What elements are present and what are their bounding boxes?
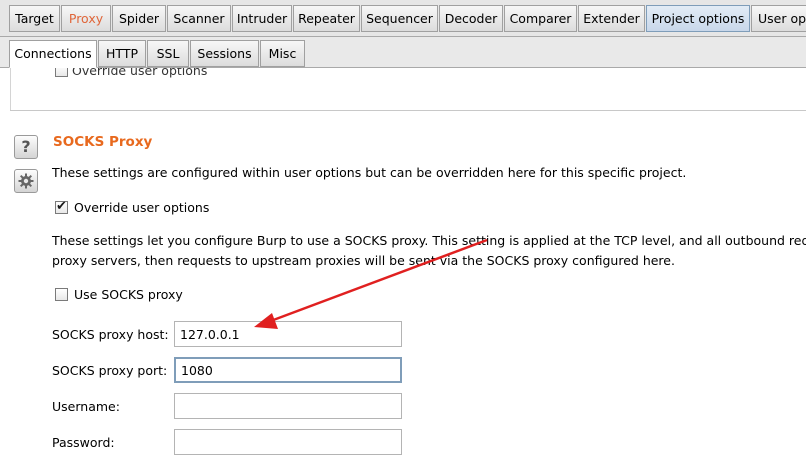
description-line-1: These settings let you configure Burp to… bbox=[52, 233, 806, 248]
tab-proxy[interactable]: Proxy bbox=[61, 5, 111, 32]
main-tab-bar: Target Proxy Spider Scanner Intruder Rep… bbox=[0, 0, 806, 37]
subtab-ssl[interactable]: SSL bbox=[147, 40, 189, 67]
description-line-2: proxy servers, then requests to upstream… bbox=[52, 253, 675, 268]
subtab-misc[interactable]: Misc bbox=[260, 40, 305, 67]
sub-tab-bar: Connections HTTP SSL Sessions Misc bbox=[0, 37, 806, 68]
help-icon[interactable]: ? bbox=[14, 135, 38, 159]
subtab-connections[interactable]: Connections bbox=[9, 40, 97, 68]
use-socks-label: Use SOCKS proxy bbox=[74, 287, 183, 302]
subtab-sessions[interactable]: Sessions bbox=[190, 40, 259, 67]
username-input[interactable] bbox=[174, 393, 402, 419]
tab-spider[interactable]: Spider bbox=[112, 5, 166, 32]
tab-decoder[interactable]: Decoder bbox=[439, 5, 503, 32]
connections-panel: Override user options ? SOCKS Proxy Thes… bbox=[0, 68, 806, 464]
section-title: SOCKS Proxy bbox=[53, 134, 153, 150]
subtab-http[interactable]: HTTP bbox=[98, 40, 146, 67]
section-rule bbox=[10, 68, 11, 110]
port-label: SOCKS proxy port: bbox=[52, 363, 168, 378]
override-checkbox[interactable] bbox=[55, 199, 68, 214]
prev-override-label: Override user options bbox=[72, 68, 208, 78]
tab-target[interactable]: Target bbox=[9, 5, 60, 32]
tab-project-options[interactable]: Project options bbox=[646, 5, 750, 32]
tab-user-options[interactable]: User op bbox=[751, 5, 806, 32]
tab-intruder[interactable]: Intruder bbox=[232, 5, 292, 32]
tab-extender[interactable]: Extender bbox=[578, 5, 645, 32]
override-label: Override user options bbox=[74, 200, 210, 215]
section-intro: These settings are configured within use… bbox=[52, 165, 687, 180]
gear-icon[interactable] bbox=[14, 169, 38, 193]
socks-host-input[interactable] bbox=[174, 321, 402, 347]
use-socks-checkbox[interactable] bbox=[55, 288, 68, 301]
tab-repeater[interactable]: Repeater bbox=[293, 5, 360, 32]
section-divider bbox=[10, 110, 806, 111]
tab-comparer[interactable]: Comparer bbox=[504, 5, 577, 32]
tab-scanner[interactable]: Scanner bbox=[167, 5, 231, 32]
host-label: SOCKS proxy host: bbox=[52, 327, 169, 342]
tab-sequencer[interactable]: Sequencer bbox=[361, 5, 438, 32]
socks-port-input[interactable] bbox=[174, 357, 402, 383]
password-label: Password: bbox=[52, 435, 115, 450]
prev-override-checkbox[interactable] bbox=[55, 68, 68, 77]
username-label: Username: bbox=[52, 399, 120, 414]
password-input[interactable] bbox=[174, 429, 402, 455]
